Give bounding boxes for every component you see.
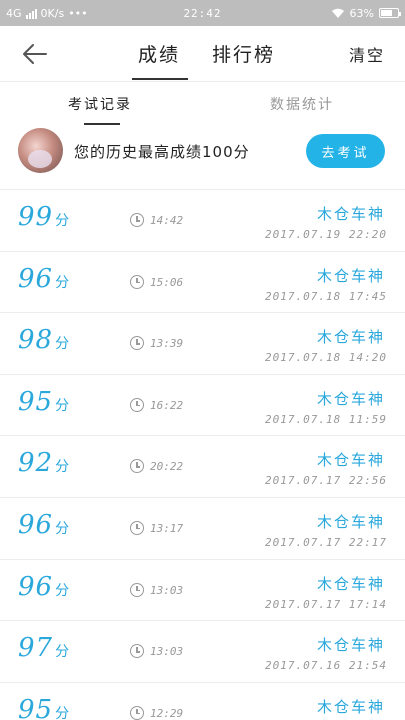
exam-duration: 14:42 [150,214,184,227]
score-value: 96 [18,509,54,540]
list-item[interactable]: 96 分 13:03 木仓车神 2017.07.17 17:14 [0,560,405,622]
score: 96 分 [18,572,69,602]
score: 95 分 [18,387,69,417]
list-item[interactable]: 97 分 13:03 木仓车神 2017.07.16 21:54 [0,621,405,683]
list-item[interactable]: 92 分 20:22 木仓车神 2017.07.17 22:56 [0,436,405,498]
score-value: 98 [18,325,54,356]
user-name: 木仓车神 [316,512,385,531]
record-list: 99 分 14:42 木仓车神 2017.07.19 22:20 96 分 15:0… [0,190,405,720]
top-navigation: 成绩 排行榜 清空 [0,26,405,82]
sub-tabs: 考试记录 数据统计 [0,82,405,126]
best-score-banner: 您的历史最高成绩100分 去考试 [0,126,405,190]
clock-icon [130,397,144,412]
user-name: 木仓车神 [316,266,385,285]
score-unit: 分 [55,705,70,720]
exam-date: 2017.07.16 21:54 [265,659,387,673]
user-name: 木仓车神 [316,574,385,593]
exam-date: 2017.07.18 11:59 [265,412,387,426]
clock-icon [130,336,144,351]
user-name: 木仓车神 [316,451,385,470]
list-item[interactable]: 95 分 12:29 木仓车神 [0,683,405,720]
clear-button[interactable]: 清空 [349,42,385,66]
exam-date: 2017.07.18 14:20 [265,351,387,365]
tab-exam-records[interactable]: 考试记录 [68,94,132,114]
user-name: 木仓车神 [316,328,385,347]
clock-icon [130,582,144,597]
score-value: 96 [18,571,54,602]
score: 95 分 [18,695,69,720]
score-unit: 分 [55,213,70,229]
score-unit: 分 [55,336,70,353]
user-name: 木仓车神 [316,205,385,223]
score-unit: 分 [55,582,70,599]
score: 96 分 [18,264,69,294]
exam-date: 2017.07.17 22:17 [265,535,387,549]
list-item[interactable]: 96 分 15:06 木仓车神 2017.07.18 17:45 [0,252,405,314]
exam-duration: 13:03 [150,645,184,659]
score-unit: 分 [55,274,70,291]
clock-icon [130,644,144,659]
clock-icon [130,520,144,535]
user-name: 木仓车神 [316,389,385,408]
avatar[interactable] [18,128,63,173]
score: 99 分 [18,202,69,232]
list-item[interactable]: 98 分 13:39 木仓车神 2017.07.18 14:20 [0,313,405,375]
clock-icon [130,274,144,289]
exam-date: 2017.07.19 22:20 [265,228,387,241]
score-value: 99 [18,202,54,232]
exam-duration: 13:03 [150,583,184,597]
exam-duration: 16:22 [150,398,184,412]
clock-time: 22:42 [183,6,222,20]
score-value: 96 [18,263,54,294]
battery-icon [379,8,401,18]
active-tab-indicator [132,78,188,80]
clock-icon [130,213,144,227]
user-name: 木仓车神 [316,697,385,716]
list-item[interactable]: 95 分 16:22 木仓车神 2017.07.18 11:59 [0,375,405,437]
list-item[interactable]: 99 分 14:42 木仓车神 2017.07.19 22:20 [0,190,405,252]
score-value: 95 [18,694,54,720]
score-unit: 分 [55,644,70,661]
exam-duration: 12:29 [150,706,184,720]
score-unit: 分 [55,397,70,414]
score: 92 分 [18,448,69,478]
exam-duration: 13:39 [150,337,184,351]
clock-icon [130,459,144,474]
back-button[interactable] [20,40,50,68]
exam-date: 2017.07.17 17:14 [265,597,387,611]
exam-duration: 15:06 [150,275,184,289]
tab-score[interactable]: 成绩 [138,40,180,67]
exam-date: 2017.07.18 17:45 [265,289,387,303]
exam-duration: 13:17 [150,521,184,535]
best-score-text: 您的历史最高成绩100分 [74,143,250,161]
active-subtab-indicator [84,123,120,125]
score-unit: 分 [55,520,70,537]
exam-duration: 20:22 [150,460,184,474]
exam-date: 2017.07.17 22:56 [265,474,387,488]
score-value: 95 [18,386,54,417]
status-bar: 4G 0K/s ••• 22:42 63% [0,0,405,26]
score-value: 92 [18,448,54,479]
score-value: 97 [18,633,54,664]
go-exam-button[interactable]: 去考试 [306,134,385,168]
arrow-left-icon [23,44,47,64]
tab-ranking[interactable]: 排行榜 [212,40,275,67]
user-name: 木仓车神 [316,636,385,655]
score: 96 分 [18,510,69,540]
score: 98 分 [18,325,69,355]
tab-data-stats[interactable]: 数据统计 [270,94,334,114]
score: 97 分 [18,633,69,663]
clock-icon [130,705,144,720]
list-item[interactable]: 96 分 13:17 木仓车神 2017.07.17 22:17 [0,498,405,560]
score-unit: 分 [55,459,70,476]
